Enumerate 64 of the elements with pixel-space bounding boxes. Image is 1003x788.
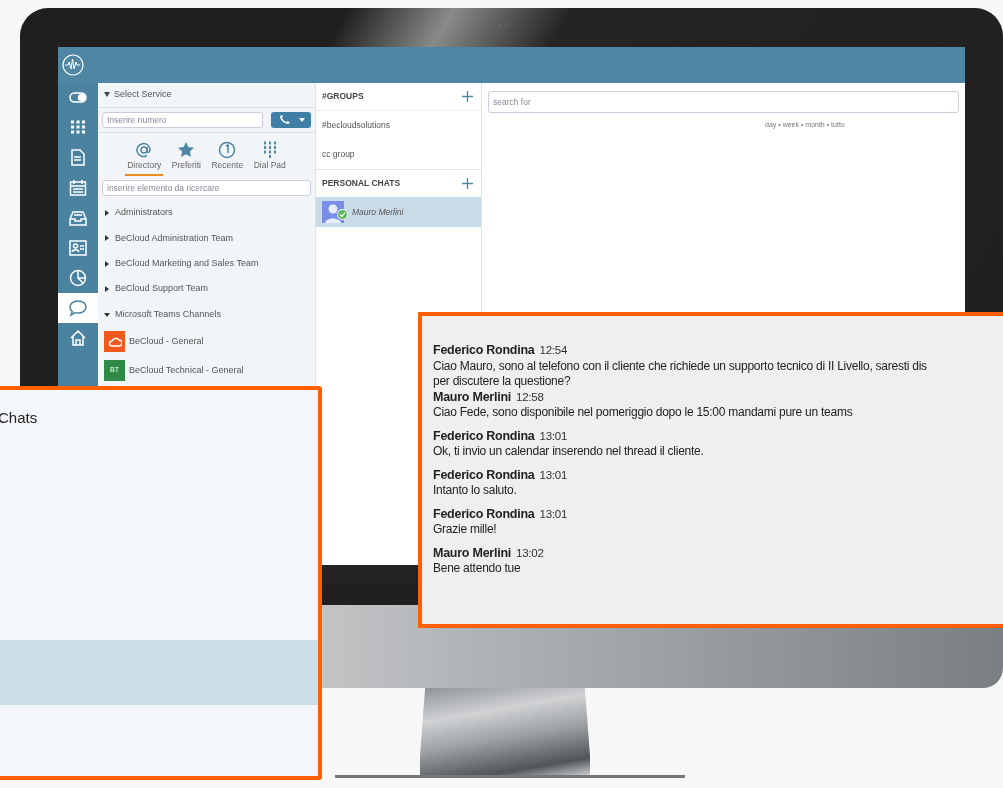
message-author: Mauro Merlini <box>433 545 511 560</box>
groups-heading: #GROUPS <box>322 90 364 103</box>
cloud-icon <box>107 336 122 347</box>
directory-tab[interactable]: Recente <box>209 140 246 177</box>
tree-item[interactable]: BeCloud Marketing and Sales Team <box>98 251 315 277</box>
caret-icon <box>298 117 305 122</box>
directory-tab[interactable]: Directory <box>125 140 164 177</box>
tree-item[interactable]: Administrators <box>98 200 315 226</box>
message-time: 13:01 <box>539 507 568 520</box>
clock-icon <box>218 140 237 159</box>
caret-down-icon <box>104 92 110 98</box>
directory-tab[interactable]: Preferiti <box>169 140 203 177</box>
tree-item[interactable]: BeCloud Support Team <box>98 276 315 302</box>
caret-right-icon <box>104 235 110 242</box>
at-sign-icon <box>135 140 154 159</box>
message-text: Intanto lo saluto. <box>433 483 518 499</box>
calendar-icon <box>69 179 87 197</box>
grid-icon <box>69 119 87 137</box>
message-text: Ok, ti invio un calendar inserendo nel thread il cliente. <box>433 444 705 460</box>
phone-icon <box>277 114 292 125</box>
pie-chart-icon <box>69 269 87 287</box>
caret-right-icon <box>104 286 110 293</box>
plus-icon <box>462 91 473 102</box>
waveform-logo-icon <box>62 54 84 76</box>
number-input-field[interactable]: Inserire numero <box>102 111 263 128</box>
inbox-tray-icon <box>69 209 87 227</box>
message-time: 13:01 <box>539 429 568 442</box>
group-name[interactable]: #becloudsolutions <box>322 119 391 132</box>
message-text: Ciao Mauro, sono al telefono con il cliente che richiede un supporto tecnico di II Livello, saresti dis per discutere la questione? <box>433 358 928 390</box>
rail-button[interactable] <box>58 293 98 323</box>
message-author: Mauro Merlini <box>433 389 511 404</box>
chat-icon <box>69 299 87 317</box>
directory-tab[interactable]: Dial Pad <box>251 140 288 177</box>
directory-search-field[interactable]: inserire elemento da ricercare <box>102 180 311 197</box>
message-author: Federico Rondina <box>433 506 535 521</box>
message-time: 13:01 <box>539 468 568 481</box>
message-time: 12:54 <box>539 344 568 356</box>
channel-name[interactable]: BeCloud - General <box>129 334 204 349</box>
camera-icon <box>498 23 510 28</box>
star-icon <box>177 140 196 159</box>
message-author: Federico Rondina <box>433 467 535 482</box>
service-selector-label[interactable]: Select Service <box>114 88 172 102</box>
caret-right-icon <box>104 260 110 267</box>
plus-icon <box>462 178 473 189</box>
message-text: Ciao Fede, sono disponibile nel pomeriggio dopo le 15:00 mandami pure un teams <box>433 405 854 421</box>
message-text: Grazie mille! <box>433 522 498 538</box>
contact-card-icon <box>69 239 87 257</box>
channel-name[interactable]: BeCloud Technical - General <box>129 363 244 378</box>
message-text: Bene attendo tue <box>433 561 522 577</box>
chat-search-field[interactable]: search for <box>488 91 959 113</box>
call-button[interactable] <box>271 111 311 128</box>
tree-item[interactable]: Microsoft Teams Channels <box>98 301 315 328</box>
message-author: Federico Rondina <box>433 343 535 357</box>
caret-right-icon <box>104 209 110 216</box>
message-author: Federico Rondina <box>433 428 535 443</box>
message-time: 13:02 <box>516 546 544 559</box>
personal-chat-item[interactable]: Mauro Merlini <box>316 197 481 227</box>
document-icon <box>69 149 87 167</box>
personal-chats-heading: PERSONAL CHATS <box>322 177 401 190</box>
group-name[interactable]: cc group <box>322 148 355 161</box>
tree-item[interactable]: BeCloud Administration Team <box>98 225 315 252</box>
caret-down-icon <box>104 311 110 318</box>
message-time: 12:58 <box>516 390 544 403</box>
home-icon <box>69 329 87 347</box>
